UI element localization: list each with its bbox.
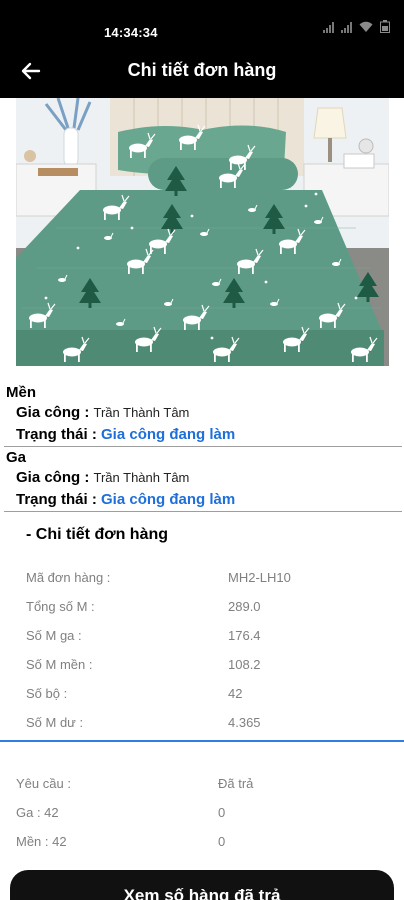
status-value[interactable]: Gia công đang làm xyxy=(101,491,235,508)
view-returned-label: Xem số hàng đã trả xyxy=(123,886,281,900)
battery-icon xyxy=(380,20,390,33)
detail-value-order-code: MH2-LH10 xyxy=(228,570,291,585)
requirement-ga: Ga : 42 xyxy=(16,805,59,820)
status-time: 14:34:34 xyxy=(104,25,158,40)
worker-row-ga: Gia công : Trần Thành Tâm xyxy=(16,469,189,486)
worker-label: Gia công : xyxy=(16,404,90,421)
detail-value-total-m: 289.0 xyxy=(228,599,261,614)
detail-value-sets: 42 xyxy=(228,686,243,701)
worker-name: Trần Thành Tâm xyxy=(93,470,190,485)
requirements-label: Yêu cầu : xyxy=(16,776,71,791)
signal-icon xyxy=(323,21,334,33)
status-row-men: Trạng thái : Gia công đang làm xyxy=(16,426,235,443)
view-returned-button[interactable]: Xem số hàng đã trả xyxy=(10,870,394,900)
detail-label-m-left: Số M dư : xyxy=(26,715,84,730)
returned-men: 0 xyxy=(218,834,226,849)
worker-name: Trần Thành Tâm xyxy=(93,405,190,420)
detail-label-m-ga: Số M ga : xyxy=(26,628,82,643)
worker-row-men: Gia công : Trần Thành Tâm xyxy=(16,404,189,421)
detail-label-total-m: Tổng số M : xyxy=(26,599,95,614)
divider xyxy=(4,446,402,447)
detail-value-m-left: 4.365 xyxy=(228,715,261,730)
status-row-ga: Trạng thái : Gia công đang làm xyxy=(16,491,235,508)
product-image xyxy=(16,98,389,366)
status-label: Trạng thái : xyxy=(16,491,97,508)
detail-label-sets: Số bộ : xyxy=(26,686,68,701)
status-value[interactable]: Gia công đang làm xyxy=(101,426,235,443)
returned-label: Đã trả xyxy=(218,776,254,791)
detail-value-m-ga: 176.4 xyxy=(228,628,261,643)
divider xyxy=(4,511,402,512)
wifi-icon xyxy=(359,21,373,32)
order-detail-heading: - Chi tiết đơn hàng xyxy=(26,526,169,543)
page-title: Chi tiết đơn hàng xyxy=(127,60,277,80)
detail-label-m-men: Số M mền : xyxy=(26,657,93,672)
status-label: Trạng thái : xyxy=(16,426,97,443)
requirement-men: Mền : 42 xyxy=(16,834,67,849)
status-bar: 14:34:34 xyxy=(0,0,404,44)
section-title-ga: Ga xyxy=(6,449,27,466)
section-title-men: Mền xyxy=(6,384,36,401)
app-bar: Chi tiết đơn hàng xyxy=(0,44,404,98)
detail-value-m-men: 108.2 xyxy=(228,657,261,672)
signal-icon-2 xyxy=(341,21,352,33)
divider-blue xyxy=(0,740,404,742)
status-icons xyxy=(323,20,390,33)
worker-label: Gia công : xyxy=(16,469,90,486)
returned-ga: 0 xyxy=(218,805,226,820)
detail-label-order-code: Mã đơn hàng : xyxy=(26,570,111,585)
